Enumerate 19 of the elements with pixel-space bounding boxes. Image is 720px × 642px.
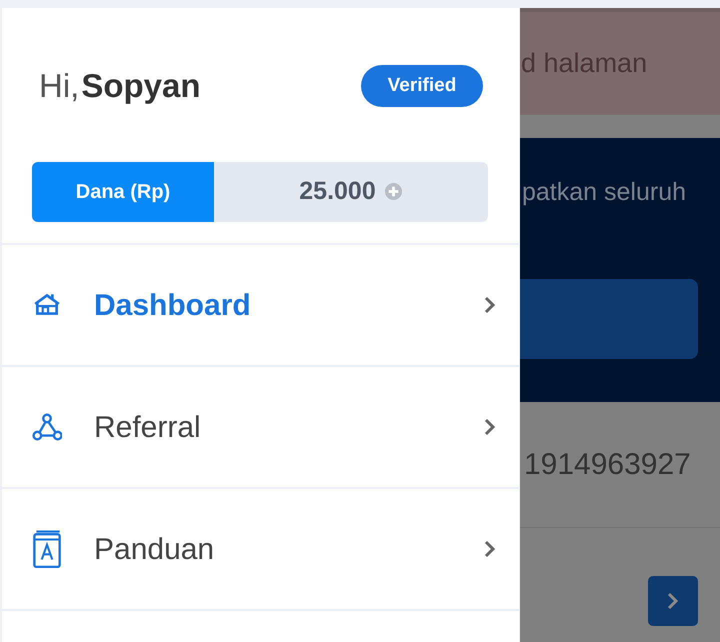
promo-text: patkan seluruh [522, 177, 688, 208]
greeting-text: Hi, [39, 66, 80, 106]
chevron-right-icon [666, 591, 680, 611]
promo-button[interactable] [520, 278, 698, 358]
chevron-right-icon [483, 538, 497, 560]
network-icon [32, 413, 62, 441]
user-name: Sopyan [81, 66, 201, 106]
menu-item[interactable]: Dashboard [2, 245, 519, 367]
verified-badge: Verified [361, 64, 483, 107]
balance-label: Dana (Rp) [32, 162, 214, 222]
book-icon [32, 530, 62, 568]
chevron-right-icon [483, 416, 497, 438]
menu-item[interactable]: Panduan [2, 489, 519, 611]
add-icon[interactable] [384, 182, 403, 201]
chevron-right-icon [483, 294, 497, 316]
balance-value: 25.000 [299, 176, 376, 207]
phone-number: 1914963927 [524, 447, 691, 483]
next-button[interactable] [648, 576, 698, 626]
menu-item[interactable]: Referral [2, 367, 519, 489]
